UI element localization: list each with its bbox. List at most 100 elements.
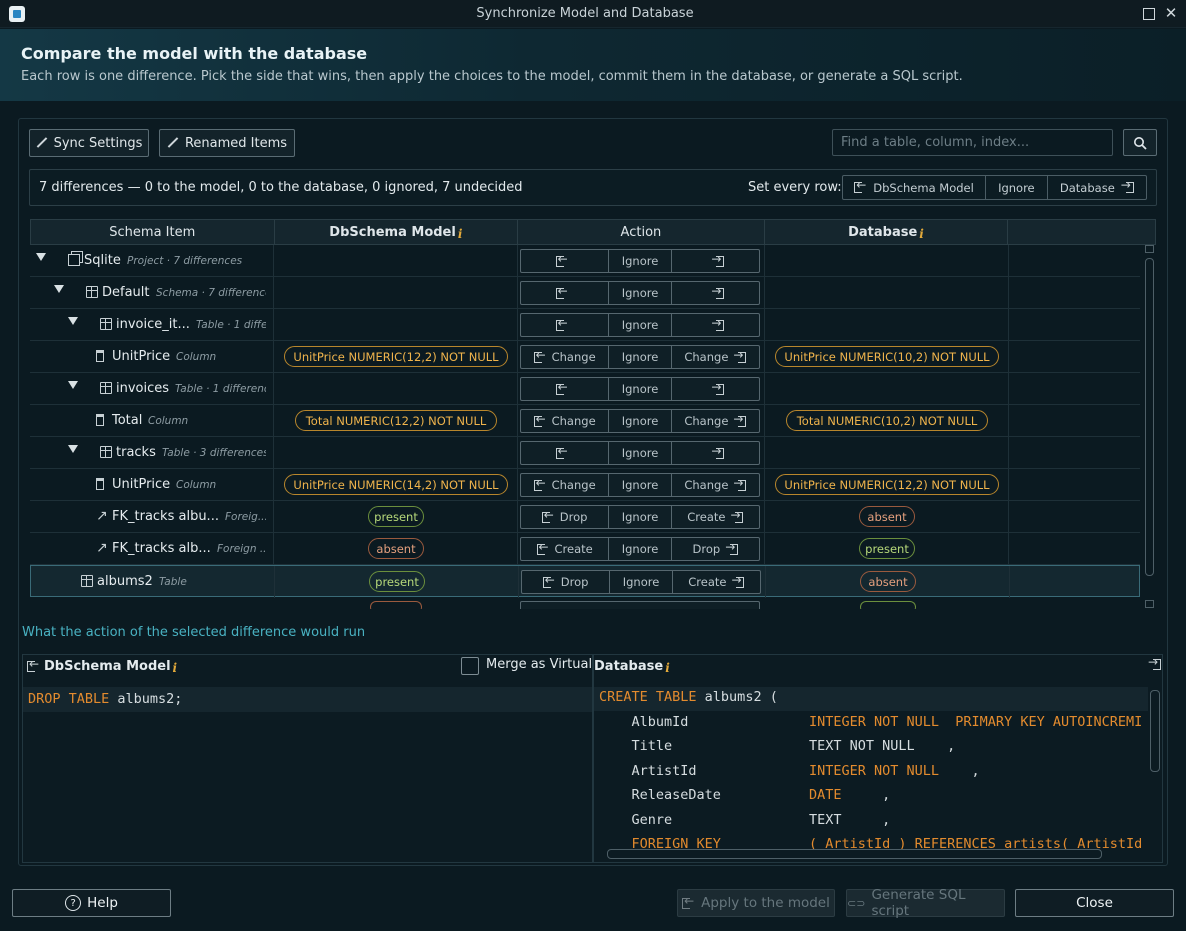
table-row[interactable]: tracks Table · 3 differences Ignore <box>30 437 1140 469</box>
table-row[interactable]: UnitPrice Column UnitPrice NUMERIC(12,2) N… <box>30 341 1140 373</box>
action-left-button[interactable]: Drop <box>522 571 611 593</box>
action-left-label: Drop <box>559 510 588 524</box>
sync-settings-button[interactable]: Sync Settings <box>29 129 149 157</box>
col-header-database[interactable]: Database i <box>765 220 1009 244</box>
action-left-button[interactable]: Change <box>521 346 610 368</box>
action-ignore-button[interactable]: Ignore <box>609 250 672 272</box>
sql-horizontal-scrollbar[interactable] <box>607 849 1102 859</box>
merge-virtual-label[interactable]: Merge as Virtuali <box>486 657 599 673</box>
scroll-down-button[interactable] <box>1145 600 1154 608</box>
action-ignore-label: Ignore <box>621 254 659 268</box>
table-row[interactable]: Total Column Total NUMERIC(12,2) NOT NULL C… <box>30 405 1140 437</box>
collapse-triangle-icon[interactable] <box>54 285 64 293</box>
search-input[interactable] <box>832 129 1113 156</box>
action-cell: Ignore <box>518 437 765 469</box>
action-right-button[interactable] <box>672 314 759 336</box>
action-right-button[interactable]: Change <box>672 346 759 368</box>
database-cell: present <box>765 533 1009 565</box>
table-row[interactable]: invoices Table · 1 difference Ignore <box>30 373 1140 405</box>
table-row[interactable]: Sqlite Project · 7 differences Ignore <box>30 245 1140 277</box>
action-right-button[interactable]: Create <box>672 506 759 528</box>
action-ignore-button[interactable]: Ignore <box>609 378 672 400</box>
action-left-button[interactable] <box>521 442 610 464</box>
collapse-triangle-icon[interactable] <box>68 445 78 453</box>
info-icon[interactable]: i <box>919 227 924 241</box>
merge-virtual-checkbox[interactable] <box>461 657 479 675</box>
action-segment: Ignore <box>520 249 760 273</box>
action-right-button[interactable]: Change <box>672 410 759 432</box>
arrow-into-model-icon <box>854 178 867 193</box>
maximize-button[interactable] <box>1143 8 1155 20</box>
action-right-button[interactable] <box>672 282 759 304</box>
action-left-button[interactable] <box>521 314 610 336</box>
differences-summary: 7 differences — 0 to the model, 0 to the… <box>39 180 523 195</box>
database-state-pill: absent <box>860 571 916 592</box>
extra-cell <box>1009 437 1140 469</box>
action-ignore-button[interactable]: Ignore <box>609 442 672 464</box>
action-left-button[interactable]: Create <box>521 538 610 560</box>
action-ignore-button[interactable]: Ignore <box>609 538 672 560</box>
table-row[interactable]: ↗ FK_tracks alb... Foreign ... absent Create… <box>30 533 1140 565</box>
action-ignore-button[interactable]: Ignore <box>609 410 672 432</box>
table-icon <box>100 446 112 458</box>
action-right-button[interactable]: Drop <box>672 538 759 560</box>
col-header-schema-item[interactable]: Schema Item <box>31 220 275 244</box>
set-all-ignore-button[interactable]: Ignore <box>986 176 1048 199</box>
table-row[interactable]: UnitPrice Column UnitPrice NUMERIC(14,2) N… <box>30 469 1140 501</box>
help-button[interactable]: ? Help <box>12 889 171 917</box>
sql-type: TEXT , <box>809 812 890 828</box>
sql-text: ArtistId <box>599 762 697 779</box>
arrow-into-model-icon <box>555 380 569 395</box>
scroll-thumb[interactable] <box>1145 258 1154 576</box>
action-right-button[interactable]: Change <box>672 474 759 496</box>
action-left-button[interactable] <box>521 378 610 400</box>
info-icon[interactable]: i <box>458 227 463 241</box>
close-button[interactable]: Close <box>1015 889 1174 917</box>
collapse-triangle-icon[interactable] <box>68 317 78 325</box>
collapse-triangle-icon[interactable] <box>36 253 46 261</box>
action-ignore-button[interactable]: Ignore <box>609 474 672 496</box>
apply-to-model-button[interactable]: Apply to the model <box>677 889 835 917</box>
action-ignore-button[interactable]: Ignore <box>609 314 672 336</box>
item-kind: Column <box>176 479 217 491</box>
close-window-button[interactable]: ✕ <box>1164 5 1178 21</box>
action-ignore-button[interactable]: Ignore <box>609 282 672 304</box>
extra-cell <box>1009 533 1140 565</box>
action-ignore-button[interactable]: Ignore <box>609 346 672 368</box>
collapse-triangle-icon[interactable] <box>68 381 78 389</box>
database-sql-code[interactable]: CREATE TABLE albums2 ( AlbumId INTEGER NO… <box>594 655 1148 850</box>
col-header-action[interactable]: Action <box>518 220 765 244</box>
renamed-items-button[interactable]: Renamed Items <box>159 129 295 157</box>
table-row[interactable]: Default Schema · 7 differences Ignore <box>30 277 1140 309</box>
help-icon: ? <box>65 895 82 911</box>
search-button[interactable] <box>1123 129 1157 156</box>
action-ignore-button[interactable]: Ignore <box>610 571 673 593</box>
arrow-into-database-icon <box>733 476 747 491</box>
table-row[interactable]: albums2 Table present Drop Ignore Create absen… <box>30 565 1140 598</box>
item-name: UnitPrice <box>112 477 171 492</box>
info-icon[interactable]: i <box>173 661 178 675</box>
scroll-up-button[interactable] <box>1145 245 1154 253</box>
action-left-button[interactable]: Drop <box>521 506 610 528</box>
action-left-button[interactable]: Change <box>521 474 610 496</box>
action-right-button[interactable]: Create <box>673 571 760 593</box>
action-ignore-button[interactable]: Ignore <box>609 506 672 528</box>
table-row[interactable]: invoice_it... Table · 1 differ... Ignore <box>30 309 1140 341</box>
action-right-button[interactable] <box>672 378 759 400</box>
generate-sql-button[interactable]: ⊂⊃ Generate SQL script <box>846 887 1005 919</box>
set-all-model-button[interactable]: DbSchema Model <box>843 176 987 199</box>
grid-scrollbar[interactable] <box>1143 245 1156 609</box>
sql-comma: , <box>841 787 891 803</box>
action-right-button[interactable] <box>672 250 759 272</box>
schema-icon <box>86 286 98 298</box>
col-header-model[interactable]: DbSchema Model i <box>275 220 519 244</box>
search-icon <box>1134 136 1147 150</box>
table-row[interactable]: ↗ FK_tracks albu... Foreig... present Drop Ig… <box>30 501 1140 533</box>
model-sql-code[interactable]: DROP TABLE albums2; <box>28 691 182 707</box>
action-right-button[interactable] <box>672 442 759 464</box>
sql-vertical-scrollbar[interactable] <box>1150 690 1160 772</box>
action-left-button[interactable]: Change <box>521 410 610 432</box>
set-all-database-button[interactable]: Database <box>1048 176 1146 199</box>
action-left-button[interactable] <box>521 250 610 272</box>
action-left-button[interactable] <box>521 282 610 304</box>
